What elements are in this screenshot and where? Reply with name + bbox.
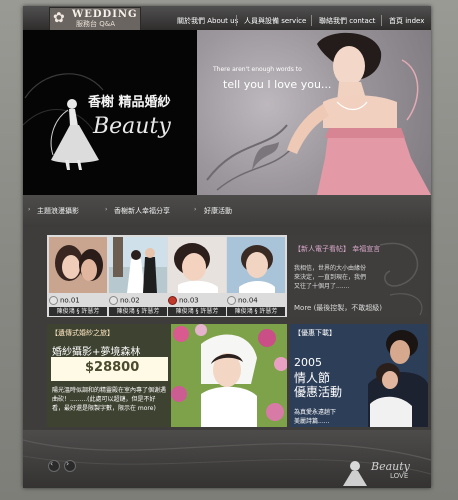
promo-price-box: $28800	[51, 357, 168, 381]
arrow-right-icon: ›	[105, 206, 108, 213]
nav-divider	[311, 15, 312, 26]
nav-service[interactable]: 人員與設備 service	[244, 16, 306, 26]
arrow-right-icon: ›	[194, 206, 197, 213]
event-panel[interactable]: 【優惠下載】 2005 情人節 優惠活動 為真愛永遠趟下 美麗詩篇......	[290, 324, 428, 427]
promo-description: 陽光溫時似調和的精靈殿在室內專了個谢遇曲砍！.........(此處可以超鏈，但…	[52, 387, 167, 412]
top-bar: ✿ WEDDING 服務台 Q&A 關於我們 About us 人員與設備 se…	[23, 6, 431, 31]
event-year: 2005	[294, 356, 322, 369]
hero-tagline-large: tell you I love you...	[223, 78, 332, 91]
logo-subtitle: 服務台 Q&A	[76, 20, 115, 28]
hero-script-word: Beauty	[93, 114, 171, 139]
gallery-number-3: no.03	[168, 296, 199, 305]
nav-about[interactable]: 關於我們 About us	[177, 16, 238, 26]
event-title-line-2: 優惠活動	[294, 385, 343, 399]
prev-button[interactable]: ‹	[48, 459, 60, 472]
event-note-1: 為真愛永遠趟下	[294, 409, 337, 416]
gallery-caption-4[interactable]: 陳俊鴻 § 許慧芳	[227, 307, 285, 316]
gallery-thumb-3[interactable]	[168, 237, 226, 293]
bride-photo-graphic	[206, 32, 431, 195]
hero-photo: There aren't enough words to tell you I …	[197, 30, 431, 195]
arrow-right-icon: ›	[28, 206, 31, 213]
gallery-number-4: no.04	[227, 296, 258, 305]
gallery-number-text: no.02	[120, 296, 140, 305]
flower-icon: ✿	[53, 10, 65, 26]
section-nav-events[interactable]: 好康活動	[204, 206, 232, 216]
arrow-left-icon: ‹	[50, 459, 54, 468]
gallery-caption-3[interactable]: 陳俊鴻 § 許慧芳	[168, 307, 226, 316]
site-frame: ✿ WEDDING 服務台 Q&A 關於我們 About us 人員與設備 se…	[23, 6, 431, 488]
gallery-thumb-1[interactable]	[49, 237, 107, 293]
next-button[interactable]: ›	[64, 459, 76, 472]
hero-brand-panel: 香榭 精品婚紗 Beauty	[23, 30, 197, 195]
hero-banner: 香榭 精品婚紗 Beauty There aren't enough words…	[23, 30, 431, 195]
nav-contact[interactable]: 聯絡我們 contact	[319, 16, 375, 26]
nav-index[interactable]: 首頁 index	[389, 16, 424, 26]
dot-icon	[168, 296, 177, 305]
dot-icon	[49, 296, 58, 305]
gallery-number-2: no.02	[109, 296, 140, 305]
event-heading: 【優惠下載】	[294, 329, 336, 337]
footer-wave-ornament	[23, 439, 431, 486]
section-nav: › 主題浪漫攝影 › 香榭新人幸福分享 › 好康活動	[23, 195, 431, 227]
hero-title: 香榭 精品婚紗	[88, 95, 171, 110]
gallery-number-text: no.04	[238, 296, 258, 305]
gallery-thumb-2[interactable]	[109, 237, 167, 293]
promo-heading: 【遺傳式婚紗之旅】	[51, 329, 114, 337]
gallery-number-text: no.03	[179, 296, 199, 305]
dot-icon	[109, 296, 118, 305]
section-nav-photography[interactable]: 主題浪漫攝影	[37, 206, 79, 216]
news-body: 我相信，世界的大小由緣份來決定，一直到現在，我們又往了十個月了.......	[294, 265, 367, 290]
bride-silhouette-graphic	[23, 73, 104, 170]
hero-tagline-small: There aren't enough words to	[213, 66, 302, 73]
news-title: 【新人電子看帖】 幸福宣言	[294, 245, 381, 253]
arrow-right-icon: ›	[66, 459, 70, 468]
nav-divider	[381, 15, 382, 26]
logo[interactable]: ✿ WEDDING 服務台 Q&A	[49, 7, 141, 31]
footer: ‹ › Beauty LOVE	[23, 430, 431, 488]
news-panel: 【新人電子看帖】 幸福宣言 我相信，世界的大小由緣份來決定，一直到現在，我們又往…	[290, 235, 428, 317]
footer-love: LOVE	[390, 472, 409, 480]
promo-panel: 【遺傳式婚紗之旅】 婚紗攝影+夢境森林 $28800 陽光溫時似調和的精靈殿在室…	[47, 324, 287, 427]
gallery-number-text: no.01	[60, 296, 80, 305]
gallery-caption-2[interactable]: 陳俊鴻 § 許慧芳	[109, 307, 167, 316]
news-more-link[interactable]: More (最後控製，不敢超級)	[294, 303, 382, 313]
couple-gallery: no.01 no.02 no.03 no.04 陳俊鴻 § 許慧芳 陳俊鴻 § …	[47, 235, 287, 317]
gallery-thumb-4[interactable]	[227, 237, 285, 293]
section-nav-sharing[interactable]: 香榭新人幸福分享	[114, 206, 170, 216]
promo-photo[interactable]	[171, 324, 287, 427]
promo-price: $28800	[85, 360, 140, 375]
page: ✿ WEDDING 服務台 Q&A 關於我們 About us 人員與設備 se…	[0, 0, 458, 500]
promo-info: 【遺傳式婚紗之旅】 婚紗攝影+夢境森林 $28800 陽光溫時似調和的精靈殿在室…	[47, 324, 171, 427]
gallery-caption-1[interactable]: 陳俊鴻 § 許慧芳	[49, 307, 107, 316]
event-note-2: 美麗詩篇......	[294, 418, 330, 425]
gallery-number-1: no.01	[49, 296, 80, 305]
promo-title: 婚紗攝影+夢境森林	[52, 347, 141, 358]
nav-divider	[236, 15, 237, 26]
dot-icon	[227, 296, 236, 305]
